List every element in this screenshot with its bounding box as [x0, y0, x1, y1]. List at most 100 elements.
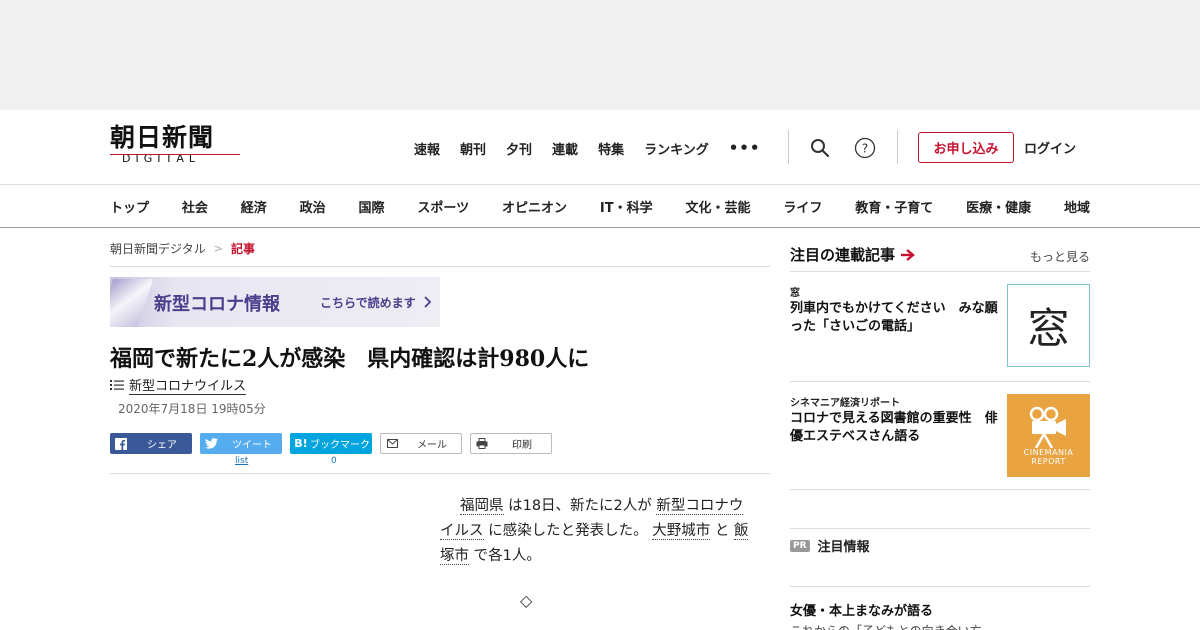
nav-sokuho[interactable]: 速報	[414, 139, 440, 158]
hatena-count: 0	[331, 456, 337, 466]
divider	[110, 473, 770, 474]
top-nav: 速報 朝刊 夕刊 連載 特集 ランキング •••	[414, 138, 780, 158]
masthead: 朝日新聞 DIGITAL 速報 朝刊 夕刊 連載 特集 ランキング ••• ? …	[0, 110, 1200, 185]
breadcrumb: 朝日新聞デジタル > 記事	[110, 240, 255, 257]
section-separator: ◇	[520, 591, 533, 610]
corona-info-banner[interactable]: 新型コロナ情報 こちらで読めます	[110, 277, 440, 327]
logo-rule	[110, 154, 240, 155]
cat-culture[interactable]: 文化・芸能	[685, 197, 750, 216]
category-nav: トップ 社会 経済 政治 国際 スポーツ オピニオン IT・科学 文化・芸能 ラ…	[0, 184, 1200, 228]
list-icon	[110, 380, 124, 390]
facebook-share-button[interactable]: シェア	[110, 433, 192, 454]
divider	[790, 381, 1090, 382]
banner-title: 新型コロナ情報	[154, 294, 280, 315]
mail-share-label: メール	[417, 440, 447, 451]
print-button[interactable]: 印刷	[470, 433, 552, 454]
publish-date: 2020年7月18日 19時05分	[118, 402, 266, 416]
keyword-link[interactable]: 福岡県	[460, 498, 504, 515]
cat-society[interactable]: 社会	[182, 197, 208, 216]
nav-tokushu[interactable]: 特集	[598, 139, 624, 158]
mail-icon	[381, 439, 403, 448]
serial-card[interactable]: シネマニア経済リポート コロナで見える図書館の重要性 俳優エステベスさん語る C…	[790, 394, 1090, 478]
divider	[790, 586, 1090, 587]
cat-life[interactable]: ライフ	[783, 197, 822, 216]
sidebar-heading[interactable]: 注目の連載記事	[790, 244, 915, 265]
sidebar-heading-text: 注目の連載記事	[790, 246, 896, 264]
more-menu-icon[interactable]: •••	[729, 139, 761, 157]
chevron-right-icon	[424, 296, 432, 308]
print-label: 印刷	[512, 440, 532, 451]
serial-title: コロナで見える図書館の重要性 俳優エステベスさん語る	[790, 411, 998, 444]
divider	[790, 271, 1090, 272]
body-text: で各1人。	[469, 548, 541, 564]
series-label: 窓	[790, 288, 800, 299]
twitter-icon	[200, 438, 222, 449]
divider	[897, 130, 898, 164]
asahi-logo[interactable]: 朝日新聞 DIGITAL	[110, 124, 245, 170]
cat-region[interactable]: 地域	[1064, 197, 1090, 216]
nav-ranking[interactable]: ランキング	[644, 139, 709, 158]
pr-label: 注目情報	[817, 540, 870, 555]
breadcrumb-separator: >	[213, 242, 223, 255]
body-text: と	[710, 523, 734, 539]
ad-banner-area	[0, 0, 1200, 110]
divider	[790, 528, 1090, 529]
article-body: 福岡県 は18日、新たに2人が 新型コロナウイルス に感染したと発表した。 大野…	[440, 494, 750, 569]
article-headline: 福岡で新たに2人が感染 県内確認は計980人に	[110, 346, 590, 372]
thumbnail-caption: CINEMANIA	[1023, 447, 1074, 457]
nav-choukan[interactable]: 朝刊	[460, 139, 486, 158]
hatena-bookmark-button[interactable]: B! ブックマーク	[290, 433, 372, 454]
cat-education[interactable]: 教育・子育て	[855, 197, 933, 216]
cat-sports[interactable]: スポーツ	[417, 197, 469, 216]
breadcrumb-current: 記事	[230, 242, 255, 256]
mail-share-button[interactable]: メール	[380, 433, 462, 454]
cat-health[interactable]: 医療・健康	[966, 197, 1031, 216]
thumbnail-caption: REPORT	[1031, 456, 1066, 466]
topic-label: 新型コロナウイルス	[129, 375, 247, 395]
facebook-share-label: シェア	[147, 440, 177, 451]
breadcrumb-home[interactable]: 朝日新聞デジタル	[110, 240, 206, 257]
pr-badge: PR	[790, 539, 810, 552]
divider	[110, 266, 770, 267]
twitter-share-button[interactable]: ツイート	[200, 433, 282, 454]
cat-it-science[interactable]: IT・科学	[600, 197, 653, 216]
film-camera-icon	[1029, 406, 1066, 448]
nav-yuukan[interactable]: 夕刊	[506, 139, 532, 158]
twitter-share-label: ツイート	[232, 440, 272, 451]
svg-text:?: ?	[862, 142, 868, 156]
facebook-icon	[110, 437, 132, 450]
pr-section-heading: PR 注目情報	[790, 536, 870, 555]
pr-article-title[interactable]: 女優・本上まなみが語る	[790, 600, 933, 619]
print-icon	[471, 438, 493, 449]
banner-decoration	[110, 279, 154, 327]
twitter-count[interactable]: list	[235, 456, 248, 466]
mado-thumbnail: 窓	[1007, 284, 1090, 367]
nav-rensai[interactable]: 連載	[552, 139, 578, 158]
arrow-right-icon	[901, 248, 915, 261]
more-link[interactable]: もっと見る	[1030, 248, 1090, 265]
logo-main-text: 朝日新聞	[110, 123, 215, 152]
help-icon[interactable]: ?	[853, 136, 877, 160]
pr-article-subtitle[interactable]: これからの「子どもとの向き合い方	[790, 622, 982, 630]
serial-title: 列車内でもかけてください みな願った「さいごの電話」	[790, 301, 998, 334]
cinemania-thumbnail: CINEMANIA REPORT	[1007, 394, 1090, 477]
cat-top[interactable]: トップ	[110, 197, 149, 216]
cat-international[interactable]: 国際	[359, 197, 385, 216]
cat-opinion[interactable]: オピニオン	[502, 197, 567, 216]
divider	[790, 489, 1090, 490]
banner-cta-text: こちらで読めます	[320, 296, 416, 310]
divider	[788, 130, 789, 164]
subscribe-button[interactable]: お申し込み	[918, 132, 1014, 163]
body-text: は18日、新たに2人が	[503, 498, 657, 514]
login-link[interactable]: ログイン	[1024, 138, 1076, 157]
banner-cta: こちらで読めます	[320, 294, 432, 311]
cat-economy[interactable]: 経済	[241, 197, 267, 216]
cat-politics[interactable]: 政治	[300, 197, 326, 216]
hatena-bookmark-label: ブックマーク	[310, 440, 370, 451]
keyword-link[interactable]: 大野城市	[652, 523, 711, 540]
body-text: に感染したと発表した。	[483, 523, 653, 539]
series-label: シネマニア経済リポート	[790, 398, 900, 409]
serial-card[interactable]: 窓 列車内でもかけてください みな願った「さいごの電話」 窓	[790, 284, 1090, 368]
search-icon[interactable]	[808, 136, 832, 160]
topic-tag[interactable]: 新型コロナウイルス	[110, 375, 247, 395]
